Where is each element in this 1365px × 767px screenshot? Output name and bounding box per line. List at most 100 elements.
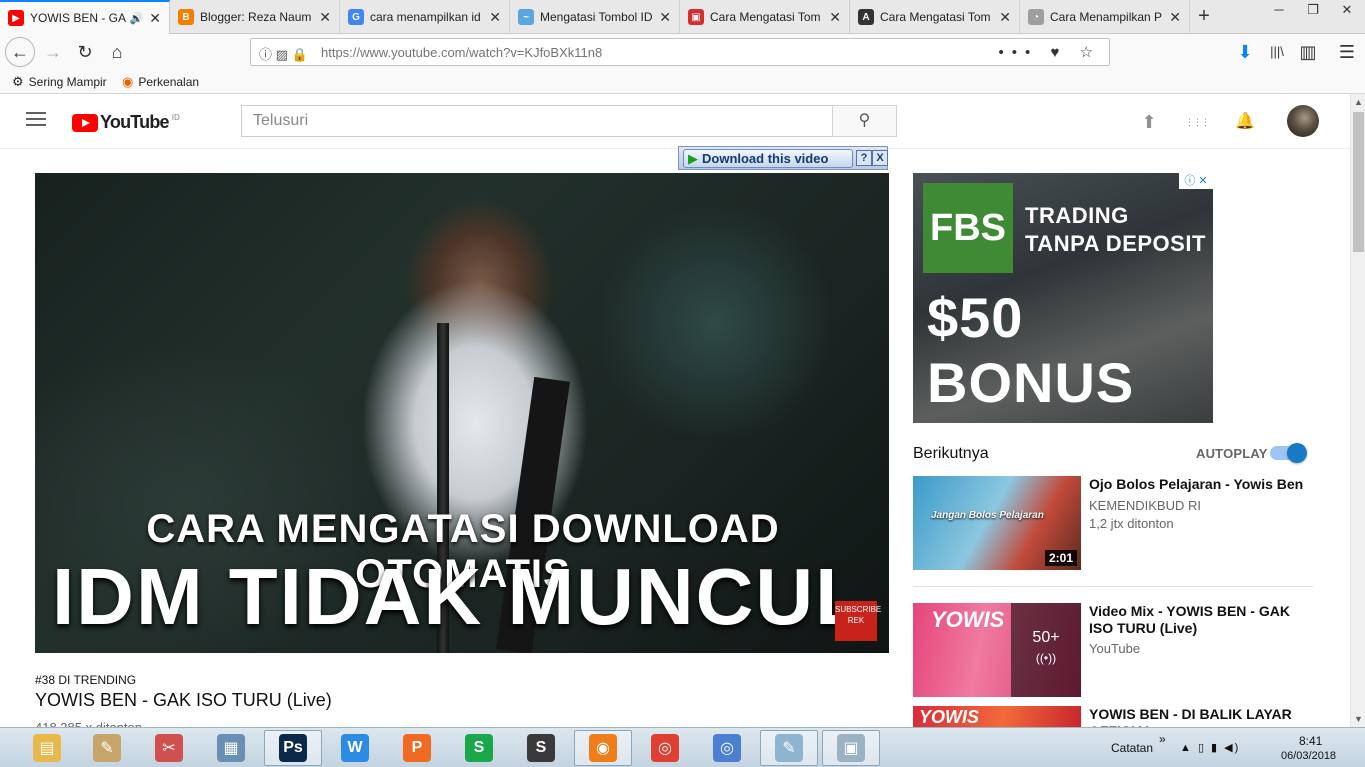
play-arrow-icon: ▶ bbox=[688, 150, 698, 166]
image-viewer-icon: ▣ bbox=[837, 734, 865, 762]
blogger-icon: B bbox=[178, 9, 194, 25]
bookmark-label: Perkenalan bbox=[138, 75, 200, 89]
library-icon[interactable]: |||\ bbox=[1262, 38, 1292, 66]
hamburger-menu-icon[interactable] bbox=[26, 112, 46, 128]
upload-icon[interactable]: ⬆ bbox=[1137, 110, 1161, 134]
close-window-button[interactable]: ✕ bbox=[1330, 0, 1364, 22]
scroll-up-arrow-icon[interactable]: ▲ bbox=[1351, 94, 1365, 110]
autoplay-toggle[interactable] bbox=[1270, 443, 1307, 463]
site-info-icon[interactable]: ⓘ ▨ 🔒 bbox=[259, 44, 308, 63]
ad-banner[interactable]: FBS TRADING TANPA DEPOSIT $50 BONUS ⓘ ✕ bbox=[913, 173, 1213, 423]
taskbar-app-button[interactable]: ✎ bbox=[760, 730, 818, 766]
forward-button[interactable]: → bbox=[38, 38, 68, 66]
taskbar-app-button[interactable]: ◎ bbox=[636, 730, 694, 766]
search-icon: ⚲ bbox=[858, 112, 871, 129]
notifications-bell-icon[interactable]: 🔔 bbox=[1233, 110, 1257, 134]
close-tab-icon[interactable]: ✕ bbox=[999, 9, 1011, 26]
apps-grid-icon[interactable]: ⋮⋮⋮ bbox=[1185, 110, 1210, 134]
video-thumbnail[interactable]: YOWIS 50+ ((•)) bbox=[913, 603, 1081, 697]
taskbar-app-button[interactable]: ▦ bbox=[202, 730, 260, 766]
browser-tab[interactable]: ~ Mengatasi Tombol ID ✕ bbox=[510, 0, 680, 34]
video-title: YOWIS BEN - GAK ISO TURU (Live) bbox=[35, 690, 332, 710]
site-icon: A bbox=[858, 9, 874, 25]
tray-icons[interactable]: ▲ ▯ ▮ ◀) bbox=[1180, 741, 1240, 767]
bookmark-sering-mampir[interactable]: ⚙ Sering Mampir bbox=[12, 74, 107, 90]
taskbar-app-button[interactable]: ◉ bbox=[574, 730, 632, 766]
tab-label: Cara Menampilkan P bbox=[1050, 10, 1163, 24]
search-input[interactable]: Telusuri bbox=[241, 105, 833, 137]
channel-name[interactable]: YouTube bbox=[1089, 641, 1140, 656]
video-thumbnail[interactable]: Jangan Bolos Pelajaran 2:01 bbox=[913, 476, 1081, 570]
minimize-button[interactable]: ─ bbox=[1262, 0, 1296, 22]
browser-tab[interactable]: B Blogger: Reza Naum ✕ bbox=[170, 0, 340, 34]
gear-icon: ⚙ bbox=[12, 74, 24, 89]
video-title[interactable]: Video Mix - YOWIS BEN - GAK ISO TURU (Li… bbox=[1089, 603, 1309, 637]
scrollbar-thumb[interactable] bbox=[1353, 112, 1364, 252]
trending-badge[interactable]: #38 DI TRENDING bbox=[35, 673, 136, 687]
scroll-down-arrow-icon[interactable]: ▼ bbox=[1351, 711, 1365, 727]
ad-choices-icon[interactable]: ⓘ ✕ bbox=[1179, 173, 1213, 189]
close-tab-icon[interactable]: ✕ bbox=[659, 9, 671, 26]
youtube-logo[interactable]: YouTube ID bbox=[72, 112, 180, 133]
site-icon: ◔ bbox=[1028, 9, 1044, 25]
thumbnail-caption: YOWIS bbox=[931, 607, 1005, 632]
taskbar-app-button[interactable]: P bbox=[388, 730, 446, 766]
video-thumbnail[interactable]: YOWIS bbox=[913, 706, 1081, 727]
video-title[interactable]: Ojo Bolos Pelajaran - Yowis Ben bbox=[1089, 476, 1309, 493]
idm-help-button[interactable]: ? bbox=[856, 150, 872, 166]
url-bar[interactable]: ⓘ ▨ 🔒 https://www.youtube.com/watch?v=KJ… bbox=[250, 38, 1110, 66]
taskbar-app-button[interactable]: ▣ bbox=[822, 730, 880, 766]
video-player[interactable]: CARA MENGATASI DOWNLOAD OTOMATIS IDM TID… bbox=[35, 173, 889, 653]
maximize-button[interactable]: ❐ bbox=[1296, 0, 1330, 22]
calculator-icon: ▦ bbox=[217, 734, 245, 762]
browser-tab[interactable]: ▣ Cara Mengatasi Tom ✕ bbox=[680, 0, 850, 34]
bookmark-perkenalan[interactable]: ◉ Perkenalan bbox=[122, 74, 199, 90]
taskbar-app-button[interactable]: S bbox=[450, 730, 508, 766]
menu-icon[interactable]: ☰ bbox=[1332, 38, 1362, 66]
home-button[interactable]: ⌂ bbox=[102, 38, 132, 66]
url-text[interactable]: https://www.youtube.com/watch?v=KJfoBXk1… bbox=[321, 45, 602, 60]
idm-close-button[interactable]: X bbox=[872, 150, 888, 166]
back-button[interactable]: ← bbox=[5, 37, 35, 67]
list-item[interactable]: YOWIS YOWIS BEN - DI BALIK LAYAR OFFICIA… bbox=[913, 706, 1313, 727]
close-tab-icon[interactable]: ✕ bbox=[829, 9, 841, 26]
google-icon: G bbox=[348, 9, 364, 25]
close-tab-icon[interactable]: ✕ bbox=[149, 10, 161, 27]
speaker-icon[interactable]: 🔊 bbox=[130, 12, 144, 25]
taskbar-app-button[interactable]: ◎ bbox=[698, 730, 756, 766]
sidebar-toggle-icon[interactable]: ▥ bbox=[1293, 38, 1323, 66]
close-tab-icon[interactable]: ✕ bbox=[1169, 9, 1181, 26]
download-icon[interactable]: ⬇ bbox=[1230, 38, 1260, 66]
tray-toolbar-label[interactable]: Catatan bbox=[1111, 741, 1153, 767]
channel-name[interactable]: KEMENDIKBUD RI bbox=[1089, 498, 1201, 513]
browser-tab[interactable]: Gcara menampilkan id ✕ bbox=[340, 0, 510, 34]
idm-download-button[interactable]: ▶ Download this video bbox=[683, 149, 853, 168]
browser-tab[interactable]: ▶ YOWIS BEN - GAK 🔊 ✕ bbox=[0, 0, 170, 34]
taskbar-app-button[interactable]: W bbox=[326, 730, 384, 766]
avatar[interactable] bbox=[1287, 105, 1319, 137]
search-button[interactable]: ⚲ bbox=[832, 105, 897, 137]
browser-tab[interactable]: ◔ Cara Menampilkan P ✕ bbox=[1020, 0, 1190, 34]
close-tab-icon[interactable]: ✕ bbox=[319, 9, 331, 26]
youtube-icon: ▶ bbox=[8, 10, 24, 26]
reload-button[interactable]: ↻ bbox=[70, 38, 100, 66]
firefox-icon: ◉ bbox=[122, 74, 134, 89]
taskbar-app-button[interactable]: S bbox=[512, 730, 570, 766]
subscribe-watermark[interactable]: SUBSCRIBE REK bbox=[835, 601, 881, 641]
taskbar-app-button[interactable]: ✎ bbox=[78, 730, 136, 766]
duration-badge: 2:01 bbox=[1044, 550, 1077, 566]
browser-tab[interactable]: A Cara Mengatasi Tom ✕ bbox=[850, 0, 1020, 34]
close-tab-icon[interactable]: ✕ bbox=[489, 9, 501, 26]
list-item[interactable]: YOWIS 50+ ((•)) Video Mix - YOWIS BEN - … bbox=[913, 603, 1313, 697]
video-title[interactable]: YOWIS BEN - DI BALIK LAYAR OFFICIAL bbox=[1089, 706, 1309, 727]
tray-expand-icon[interactable]: » bbox=[1159, 732, 1166, 767]
list-item[interactable]: Jangan Bolos Pelajaran 2:01 Ojo Bolos Pe… bbox=[913, 476, 1313, 570]
ad-headline-2: TANPA DEPOSIT bbox=[1025, 231, 1206, 256]
taskbar-app-button[interactable]: Ps bbox=[264, 730, 322, 766]
new-tab-button[interactable]: + bbox=[1190, 4, 1218, 30]
taskbar-app-button[interactable]: ▤ bbox=[18, 730, 76, 766]
clock-date[interactable]: 06/03/2018 bbox=[1281, 750, 1336, 767]
taskbar-app-button[interactable]: ✂ bbox=[140, 730, 198, 766]
page-actions-icon[interactable]: ••• ♥ ☆ bbox=[999, 43, 1101, 61]
page-scrollbar[interactable]: ▲ ▼ bbox=[1350, 94, 1365, 727]
